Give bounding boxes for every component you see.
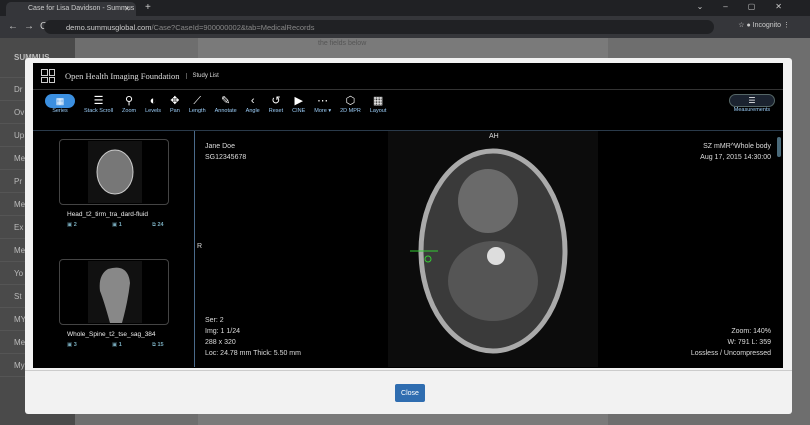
tool-pan[interactable]: ✥ Pan	[170, 90, 180, 114]
window-controls[interactable]: ⌄–▢✕	[697, 2, 802, 11]
orientation-left: R	[197, 243, 203, 250]
address-bar: ←→C demo.summusglobal.com/Case?CaseId=90…	[0, 16, 810, 38]
close-button[interactable]: Close	[395, 384, 425, 402]
list-icon: ☰	[729, 94, 775, 107]
zoom-icon: ⚲	[125, 95, 134, 107]
measurements-button[interactable]: ☰ Measurements	[729, 94, 775, 113]
tool-cine[interactable]: ▶ CINE	[292, 90, 305, 114]
grid-icon: ▦	[45, 94, 75, 108]
series-name: Whole_Spine_t2_tse_sag_384	[67, 331, 156, 338]
tool-layout[interactable]: ▦ Layout	[370, 90, 387, 114]
cine-icon: ▶	[294, 95, 303, 107]
overlay-bottom-right: Zoom: 140% W: 791 L: 359 Lossless / Uncomp…	[690, 328, 771, 357]
more-icon: ⋯	[317, 95, 329, 107]
tool-length[interactable]: ⟋ Length	[189, 90, 206, 114]
url-input[interactable]: demo.summusglobal.com/Case?CaseId=900000…	[44, 20, 714, 34]
toolbar: ▦ Series ☰ Stack Scroll ⚲ Zoom ◐ Levels ✥ Pan ⟋ Len…	[33, 90, 783, 127]
ohif-logo-icon	[41, 69, 55, 83]
layout-icon: ▦	[372, 95, 384, 107]
profile-incognito[interactable]: ☆ ● Incognito ⋮	[738, 21, 790, 29]
brand-title: Open Health Imaging Foundation	[65, 71, 180, 81]
ohif-viewer: Open Health Imaging Foundation Study Lis…	[33, 63, 783, 368]
browser-tabbar: Case for Lisa Davidson - Summus ✕ + ⌄–▢✕	[0, 0, 810, 16]
images-count: ⧉ 15	[152, 342, 164, 348]
viewport-scrollbar[interactable]	[777, 137, 781, 157]
tool-reset[interactable]: ↺ Reset	[269, 90, 283, 114]
tool-series[interactable]: ▦ Series	[45, 90, 75, 114]
orientation-top: AH	[489, 133, 499, 140]
tool-annotate[interactable]: ✎ Annotate	[215, 90, 237, 114]
stack-scroll-icon: ☰	[93, 95, 104, 107]
study-list-link[interactable]: Study List	[185, 73, 219, 79]
tool-more[interactable]: ⋯ More ▾	[314, 90, 331, 114]
tool-zoom[interactable]: ⚲ Zoom	[122, 90, 136, 114]
series-name: Head_t2_tirm_tra_dard-fluid	[67, 211, 148, 218]
new-tab-icon[interactable]: +	[145, 2, 151, 13]
tool-levels[interactable]: ◐ Levels	[145, 90, 161, 114]
levels-icon: ◐	[149, 95, 157, 107]
cube-icon: ⬡	[345, 95, 356, 107]
series-thumbnail[interactable]	[59, 259, 169, 325]
image-viewport[interactable]: Jane Doe SG12345678 SZ mMR^Whole body Aug …	[194, 131, 783, 367]
viewer-modal: Open Health Imaging Foundation Study Lis…	[25, 58, 792, 414]
thumbnail-image	[88, 141, 142, 203]
overlay-top-right: SZ mMR^Whole body Aug 17, 2015 14:30:00	[700, 143, 771, 161]
thumbnail-image	[88, 261, 142, 323]
pan-icon: ✥	[170, 95, 180, 107]
annotate-icon: ✎	[221, 95, 231, 107]
angle-icon: ‹	[250, 95, 255, 107]
series-panel: Head_t2_tirm_tra_dard-fluid ▣ 2 ▣ 1 ⧉ 24 W…	[33, 131, 193, 369]
tool-angle[interactable]: ‹ Angle	[246, 90, 260, 114]
tool-2d-mpr[interactable]: ⬡ 2D MPR	[340, 90, 361, 114]
overlay-top-left: Jane Doe SG12345678	[205, 143, 247, 161]
close-tab-icon[interactable]: ✕	[124, 5, 130, 13]
modal-footer: Close	[25, 370, 792, 414]
images-count: ⧉ 24	[152, 222, 164, 228]
length-icon: ⟋	[193, 95, 202, 107]
browser-tab[interactable]: Case for Lisa Davidson - Summus ✕	[6, 2, 136, 16]
tool-stack-scroll[interactable]: ☰ Stack Scroll	[84, 90, 113, 114]
mri-image	[388, 131, 598, 367]
reset-icon: ↺	[271, 95, 281, 107]
viewer-header: Open Health Imaging Foundation Study Lis…	[33, 63, 783, 90]
series-thumbnail[interactable]	[59, 139, 169, 205]
overlay-bottom-left: Ser: 2 Img: 1 1/24 288 x 320 Loc: 24.78 mm …	[205, 317, 301, 357]
